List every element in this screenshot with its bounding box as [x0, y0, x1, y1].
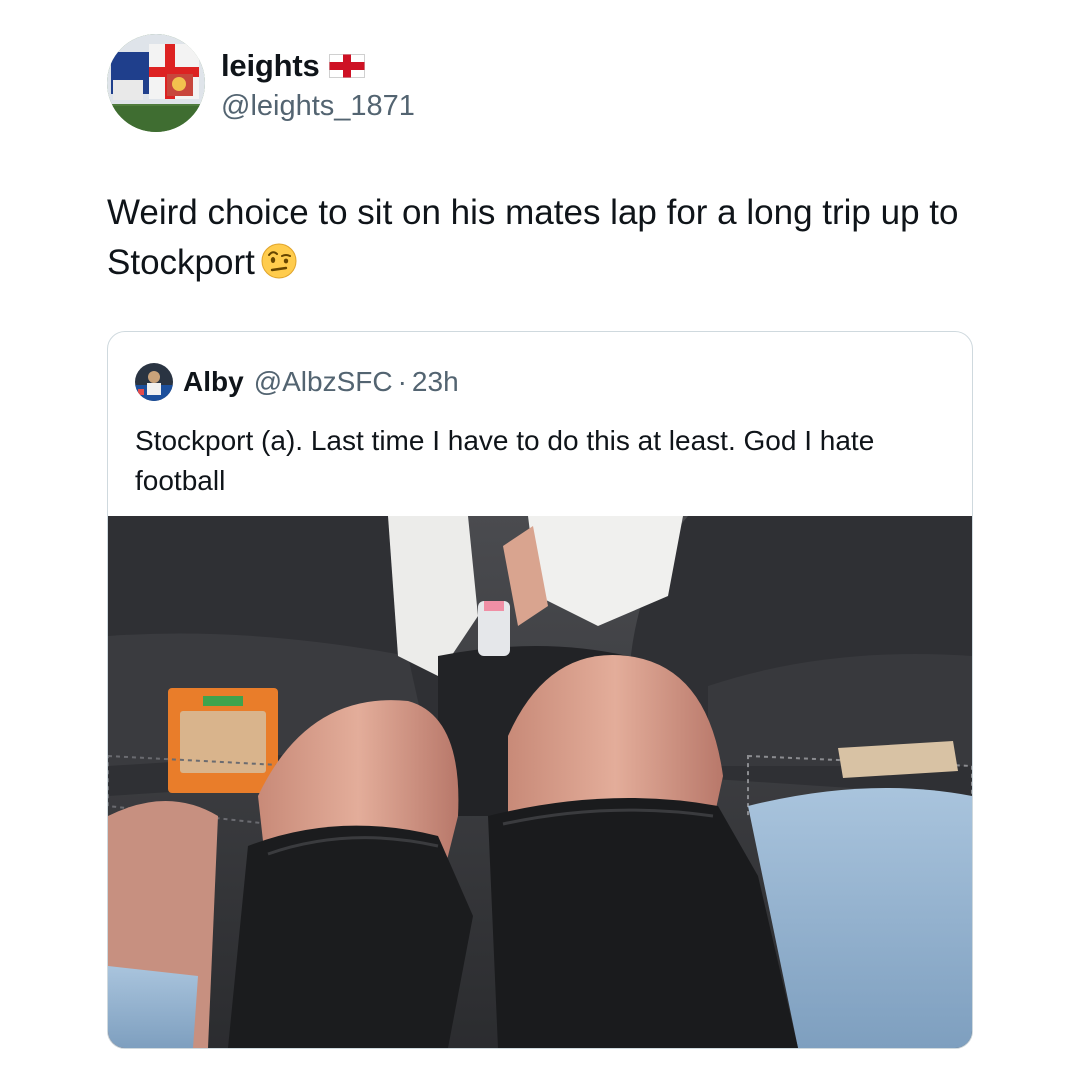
- photo-car-backseat: [108, 516, 972, 1048]
- author-handle[interactable]: @leights_1871: [221, 90, 415, 123]
- display-name-row: leights: [221, 44, 415, 88]
- author-display-name[interactable]: leights: [221, 48, 320, 84]
- tweet-screenshot: leights @leights_1871 Weird choice to si…: [0, 0, 1080, 1080]
- quoted-tweet-card[interactable]: Alby @AlbzSFC · 23h Stockport (a). Last …: [107, 331, 973, 1049]
- quoted-avatar-image: [135, 363, 173, 401]
- author-names: leights @leights_1871: [221, 44, 415, 123]
- avatar-image: [107, 34, 205, 132]
- quoted-timestamp[interactable]: 23h: [412, 366, 459, 398]
- quoted-display-name[interactable]: Alby: [183, 366, 244, 398]
- author-avatar[interactable]: [107, 34, 205, 132]
- england-flag-icon: [328, 53, 365, 78]
- separator-dot: ·: [397, 366, 407, 397]
- quoted-author-avatar[interactable]: [135, 363, 173, 401]
- tweet-text: Weird choice to sit on his mates lap for…: [107, 193, 959, 282]
- quoted-tweet-text: Stockport (a). Last time I have to do th…: [135, 425, 875, 496]
- quoted-tweet-photo[interactable]: [108, 516, 972, 1048]
- face-with-raised-eyebrow-icon: [261, 243, 297, 279]
- tweet-body: Weird choice to sit on his mates lap for…: [107, 188, 987, 288]
- tweet-header: leights @leights_1871: [107, 34, 415, 132]
- quoted-handle[interactable]: @AlbzSFC: [254, 366, 393, 398]
- quoted-tweet-header: Alby @AlbzSFC · 23h: [135, 362, 459, 402]
